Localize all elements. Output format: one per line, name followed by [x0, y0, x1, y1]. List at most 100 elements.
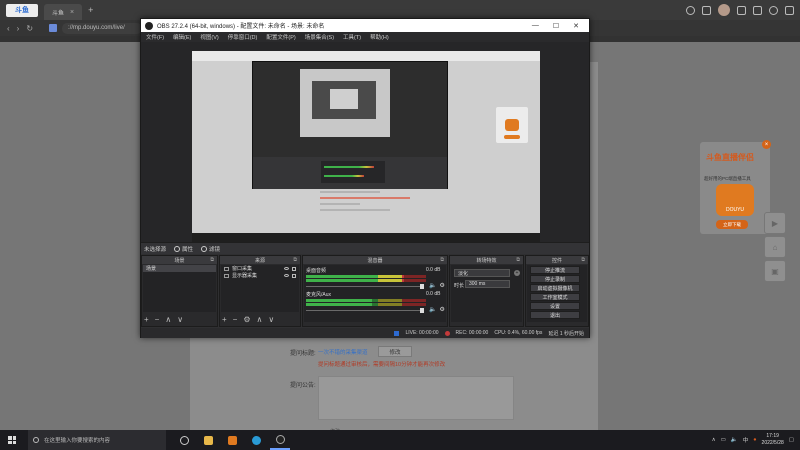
stop-recording-button[interactable]: 停止录制 [530, 275, 580, 283]
down-icon[interactable]: ∨ [177, 315, 183, 324]
edge-icon[interactable] [246, 430, 266, 450]
speaker-icon[interactable]: 🔈 [429, 306, 436, 313]
float-icon[interactable]: ⧉ [516, 257, 520, 263]
duration-input[interactable]: 300 ms [465, 280, 510, 288]
scene-item[interactable]: 场景 [143, 265, 216, 272]
eye-icon[interactable] [284, 267, 289, 270]
download-icon[interactable] [702, 5, 711, 15]
gear-icon[interactable] [769, 5, 778, 15]
url-input[interactable]: ://mp.douyu.com/live/ [62, 22, 143, 34]
volume-slider[interactable] [306, 284, 424, 289]
maximize-icon[interactable]: ☐ [553, 22, 559, 30]
douyu-app-icon[interactable] [222, 430, 242, 450]
obs-preview[interactable] [141, 42, 589, 243]
antivirus-icon[interactable]: ● [753, 437, 756, 443]
gear-icon[interactable]: ⚙ [439, 306, 444, 313]
window-title: OBS 27.2.4 (64-bit, windows) - 配置文件: 未命名… [157, 24, 325, 30]
download-button[interactable]: 立即下载 [716, 220, 748, 229]
up-icon[interactable]: ∧ [257, 315, 263, 324]
close-icon[interactable]: ✕ [573, 22, 579, 30]
input-language[interactable]: 中 [743, 436, 749, 444]
file-explorer-icon[interactable] [198, 430, 218, 450]
float-icon[interactable]: ⧉ [293, 257, 297, 263]
close-icon[interactable]: × [70, 9, 74, 16]
exit-button[interactable]: 退出 [530, 311, 580, 319]
stop-streaming-button[interactable]: 停止推流 [530, 266, 580, 274]
controls-dock: 控件 ⧉ 停止推流 停止录制 启动虚拟摄像机 工作室模式 设置 退出 [525, 255, 589, 327]
add-icon[interactable]: + [222, 315, 227, 324]
collections-icon[interactable] [753, 5, 762, 15]
tip-title-label: 提问标题: [290, 351, 316, 357]
down-icon[interactable]: ∨ [268, 315, 274, 324]
source-item[interactable]: 显示器采集 [221, 272, 299, 279]
float-icon[interactable]: ⧉ [440, 257, 444, 263]
avatar[interactable] [718, 4, 730, 16]
eye-icon[interactable] [284, 274, 289, 277]
virtual-camera-button[interactable]: 启动虚拟摄像机 [530, 284, 580, 292]
settings-button[interactable]: 设置 [530, 302, 580, 310]
app-icon[interactable]: ▣ [764, 260, 786, 282]
add-icon[interactable]: + [514, 270, 520, 276]
properties-button[interactable]: 属性 [174, 245, 193, 253]
remove-icon[interactable]: − [233, 315, 238, 324]
float-icon[interactable]: ⧉ [210, 257, 214, 263]
new-tab-icon[interactable]: + [88, 5, 93, 15]
lock-icon[interactable] [292, 266, 296, 271]
dock-title: 混音器 [367, 257, 383, 264]
menu-edit[interactable]: 编辑(E) [173, 33, 191, 41]
task-view-icon[interactable] [174, 430, 194, 450]
stream-status: 延迟 1 秒后开始 [548, 330, 584, 337]
add-icon[interactable]: + [144, 315, 149, 324]
nested-obs-window [252, 61, 448, 189]
play-icon[interactable]: ▶ [764, 212, 786, 234]
transition-select[interactable]: 淡化 [454, 269, 510, 277]
extension-icon[interactable] [737, 5, 746, 15]
network-icon[interactable]: ▭ [721, 437, 726, 443]
obs-statusbar: LIVE: 00:00:00 REC: 00:00:00 CPU: 0.4%, … [141, 328, 589, 338]
volume-slider[interactable] [306, 308, 424, 313]
browser-tab[interactable]: 斗鱼 × [44, 4, 83, 20]
gear-icon[interactable]: ⚙ [243, 315, 250, 324]
gear-icon [174, 245, 181, 252]
menu-icon[interactable] [785, 5, 794, 15]
chevron-up-icon[interactable]: ∧ [712, 437, 716, 443]
notification-icon[interactable]: ▢ [789, 437, 794, 443]
menu-profile[interactable]: 配置文件(P) [266, 33, 295, 41]
notice-textarea[interactable] [318, 376, 514, 420]
forward-icon[interactable]: › [17, 24, 20, 33]
menu-tools[interactable]: 工具(T) [343, 33, 361, 41]
remove-icon[interactable]: − [155, 315, 160, 324]
menu-view[interactable]: 视图(V) [200, 33, 218, 41]
modify-button[interactable]: 修改 [378, 346, 412, 357]
nested-page-text [320, 191, 430, 231]
clock[interactable]: 17:19 2022/5/28 [762, 433, 784, 447]
menu-help[interactable]: 帮助(H) [370, 33, 389, 41]
nested-ad [496, 107, 528, 143]
up-icon[interactable]: ∧ [165, 315, 171, 324]
filters-button[interactable]: 滤镜 [201, 245, 220, 253]
studio-mode-button[interactable]: 工作室模式 [530, 293, 580, 301]
menu-docks[interactable]: 停靠窗口(D) [228, 33, 258, 41]
nested-mixer [321, 161, 385, 183]
history-icon[interactable] [686, 5, 695, 15]
close-icon[interactable]: × [762, 140, 771, 149]
source-item[interactable]: 窗口采集 [221, 265, 299, 272]
obs-window: OBS 27.2.4 (64-bit, windows) - 配置文件: 未命名… [140, 18, 590, 338]
speaker-icon[interactable]: 🔈 [429, 282, 436, 289]
transitions-dock: 转场特效 ⧉ 淡化 + 时长 300 ms [449, 255, 524, 327]
refresh-icon[interactable]: ↻ [26, 24, 33, 33]
float-icon[interactable]: ⧉ [581, 257, 585, 263]
gear-icon[interactable]: ⚙ [439, 282, 444, 289]
minimize-icon[interactable]: — [532, 22, 539, 30]
menu-file[interactable]: 文件(F) [146, 33, 164, 41]
taskbar-search[interactable]: 在这里输入你要搜索的内容 [28, 430, 166, 450]
obs-app-icon[interactable] [270, 430, 290, 450]
live-icon [394, 330, 400, 336]
menu-scene-collection[interactable]: 场景集合(S) [305, 33, 334, 41]
back-icon[interactable]: ‹ [7, 24, 10, 33]
lock-icon[interactable] [292, 273, 296, 278]
volume-icon[interactable]: 🔈 [731, 437, 738, 443]
tip-title-link[interactable]: 一次不错的采集渠道 [318, 348, 368, 356]
windows-start-icon[interactable] [8, 436, 16, 444]
home-icon[interactable]: ⌂ [764, 236, 786, 258]
